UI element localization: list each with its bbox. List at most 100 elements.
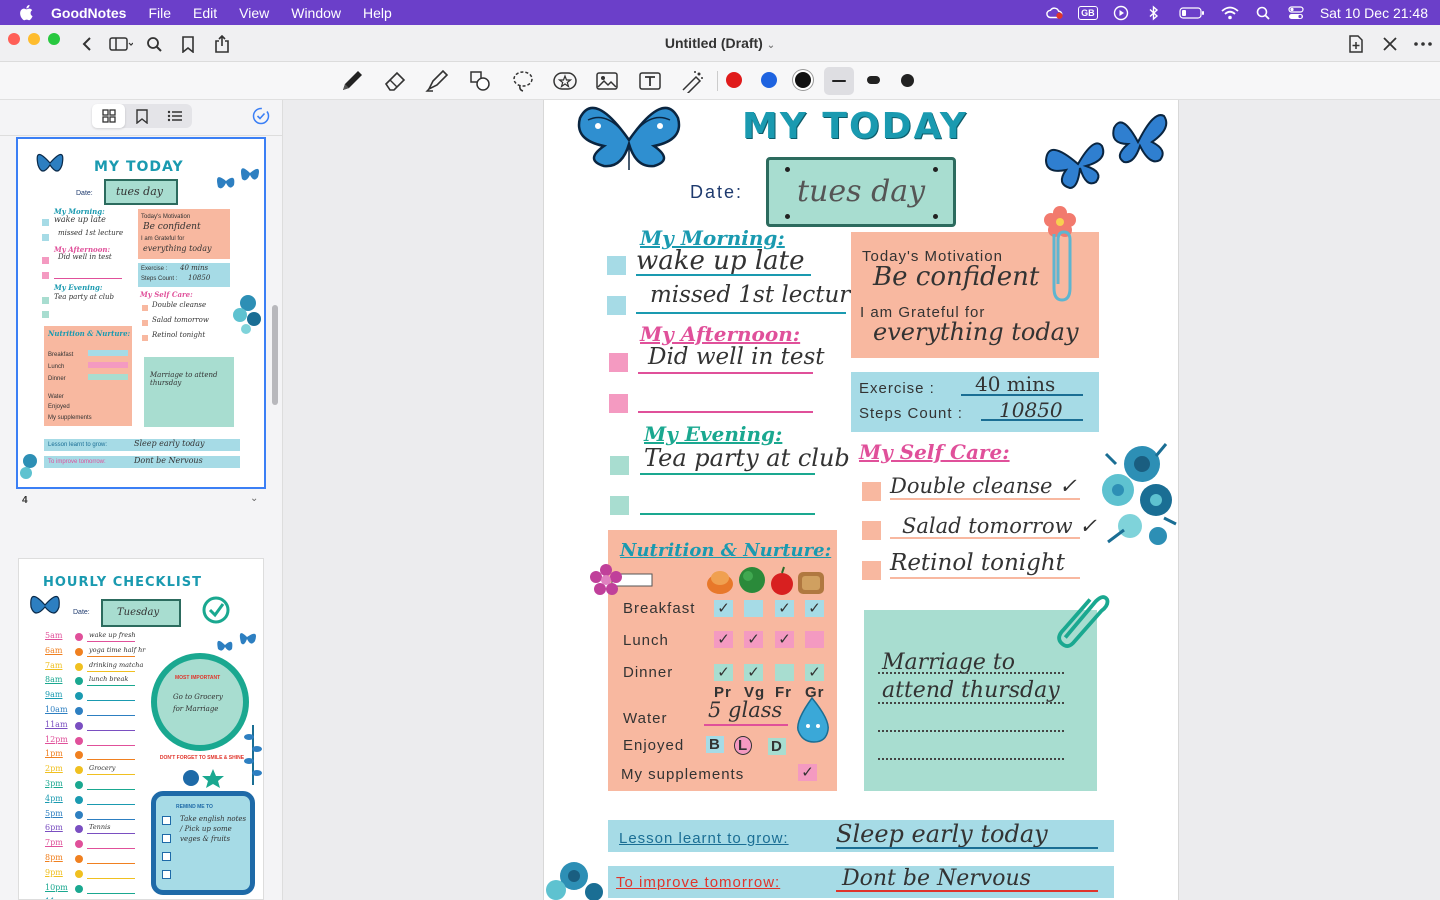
window-close-button[interactable]: [8, 33, 20, 45]
stroke-size-thin[interactable]: [824, 67, 854, 95]
meal-l-toggle[interactable]: L: [734, 736, 753, 755]
meal-check-cell[interactable]: ✓: [775, 600, 794, 617]
control-center-icon[interactable]: [1287, 5, 1305, 21]
meal-check-cell[interactable]: ✓: [775, 631, 794, 648]
menubar-clock[interactable]: Sat 10 Dec 21:48: [1320, 5, 1428, 21]
color-red-swatch[interactable]: [726, 72, 742, 88]
hour-row[interactable]: 10pm: [45, 883, 145, 895]
menu-window[interactable]: Window: [291, 5, 341, 21]
afternoon-checkbox-2[interactable]: [609, 394, 628, 413]
hour-row[interactable]: 8pm: [45, 853, 145, 865]
self-care-checkbox-2[interactable]: [862, 521, 881, 540]
pen-icon[interactable]: [339, 69, 365, 93]
hour-row[interactable]: 9am: [45, 690, 145, 702]
shapes-icon[interactable]: [467, 69, 493, 93]
motivation-value[interactable]: Be confident: [873, 262, 1039, 292]
back-icon[interactable]: [76, 33, 98, 55]
color-black-swatch[interactable]: [795, 72, 811, 88]
afternoon-checkbox-1[interactable]: [609, 353, 628, 372]
add-page-icon[interactable]: [1345, 33, 1367, 55]
elements-icon[interactable]: [552, 69, 578, 93]
meal-check-cell[interactable]: ✓: [714, 600, 733, 617]
exercise-value[interactable]: 40 mins: [975, 372, 1055, 396]
apple-logo-icon[interactable]: [19, 4, 35, 21]
hour-row[interactable]: 6pm Tennis: [45, 823, 145, 835]
morning-item-2[interactable]: missed 1st lecture: [650, 282, 864, 308]
meal-check-cell[interactable]: ✓: [744, 631, 763, 648]
self-care-item-1[interactable]: Double cleanse ✓: [890, 474, 1077, 498]
grateful-value[interactable]: everything today: [873, 318, 1079, 346]
stroke-size-thick[interactable]: [901, 74, 914, 87]
hour-row[interactable]: 12pm: [45, 735, 145, 747]
meal-check-cell[interactable]: [744, 600, 763, 617]
hour-row[interactable]: 10am: [45, 705, 145, 717]
morning-checkbox-2[interactable]: [607, 296, 626, 315]
improve-value[interactable]: Dont be Nervous: [842, 866, 1031, 891]
sidebar-scrollbar[interactable]: [272, 305, 278, 405]
outline-view-icon[interactable]: [159, 104, 192, 128]
menu-view[interactable]: View: [239, 5, 269, 21]
hour-row[interactable]: 7pm: [45, 838, 145, 850]
page-options-chevron-icon[interactable]: ⌄: [250, 493, 258, 504]
page-thumbnail[interactable]: HOURLY CHECKLIST Date: Tuesday 5am wake u…: [18, 558, 264, 900]
search-icon[interactable]: [143, 33, 165, 55]
wifi-icon[interactable]: [1221, 5, 1239, 21]
hour-row[interactable]: 1pm: [45, 749, 145, 761]
window-zoom-button[interactable]: [48, 33, 60, 45]
battery-icon[interactable]: [1178, 5, 1206, 21]
hour-row[interactable]: 3pm: [45, 779, 145, 791]
lasso-icon[interactable]: [510, 69, 536, 93]
text-icon[interactable]: [637, 69, 663, 93]
keyboard-input-icon[interactable]: GB: [1078, 5, 1098, 21]
water-value[interactable]: 5 glass: [708, 698, 782, 722]
menu-edit[interactable]: Edit: [193, 5, 217, 21]
menu-app-name[interactable]: GoodNotes: [51, 5, 126, 21]
self-care-checkbox-3[interactable]: [862, 561, 881, 580]
lesson-value[interactable]: Sleep early today: [836, 820, 1048, 848]
hour-row[interactable]: 11am: [45, 720, 145, 732]
creative-cloud-icon[interactable]: [1046, 5, 1064, 21]
date-field[interactable]: tues day: [766, 157, 956, 227]
share-icon[interactable]: [211, 33, 233, 55]
play-icon[interactable]: [1112, 5, 1130, 21]
more-options-icon[interactable]: [1412, 33, 1434, 55]
hour-row[interactable]: 9pm: [45, 868, 145, 880]
meal-check-cell[interactable]: ✓: [714, 631, 733, 648]
sidebar-toggle-icon[interactable]: [108, 33, 134, 55]
self-care-checkbox-1[interactable]: [862, 482, 881, 501]
color-blue-swatch[interactable]: [761, 72, 777, 88]
notes-line-2[interactable]: attend thursday: [882, 678, 1060, 703]
thumbnails-view-icon[interactable]: [92, 104, 126, 128]
eraser-icon[interactable]: [382, 69, 408, 93]
spotlight-search-icon[interactable]: [1254, 5, 1272, 21]
meal-check-cell[interactable]: [775, 664, 794, 681]
hour-row[interactable]: 8am lunch break: [45, 675, 145, 687]
window-minimize-button[interactable]: [28, 33, 40, 45]
meal-check-cell[interactable]: ✓: [744, 664, 763, 681]
image-icon[interactable]: [594, 69, 620, 93]
meal-d-toggle[interactable]: D: [768, 738, 786, 755]
self-care-item-3[interactable]: Retinol tonight: [890, 550, 1065, 576]
meal-b-toggle[interactable]: B: [706, 736, 724, 753]
page-thumbnail-current[interactable]: MY TODAY Date: tues day My Morning: wake…: [16, 137, 266, 489]
meal-check-cell[interactable]: ✓: [714, 664, 733, 681]
morning-checkbox-1[interactable]: [607, 256, 626, 275]
stroke-size-medium[interactable]: [867, 76, 880, 84]
evening-item-1[interactable]: Tea party at club: [644, 444, 850, 472]
meal-check-cell[interactable]: ✓: [805, 600, 824, 617]
evening-checkbox-2[interactable]: [610, 496, 629, 515]
hour-row[interactable]: 2pm Grocery: [45, 764, 145, 776]
planner-page[interactable]: MY TODAY Date: tues day My Morning: wake…: [543, 100, 1179, 900]
hour-row[interactable]: 4pm: [45, 794, 145, 806]
exit-fullscreen-icon[interactable]: [1379, 33, 1401, 55]
sync-status-icon[interactable]: [251, 106, 271, 126]
meal-check-cell[interactable]: [805, 631, 824, 648]
supplements-check[interactable]: ✓: [798, 764, 817, 781]
hour-row[interactable]: 5am wake up fresh: [45, 631, 145, 643]
hour-row[interactable]: 6am yoga time half hr: [45, 646, 145, 658]
document-title[interactable]: Untitled (Draft) ⌄: [620, 35, 820, 51]
highlighter-icon[interactable]: [424, 69, 450, 93]
laser-pointer-icon[interactable]: [679, 69, 705, 93]
self-care-item-2[interactable]: Salad tomorrow ✓: [902, 514, 1097, 538]
menu-file[interactable]: File: [148, 5, 171, 21]
